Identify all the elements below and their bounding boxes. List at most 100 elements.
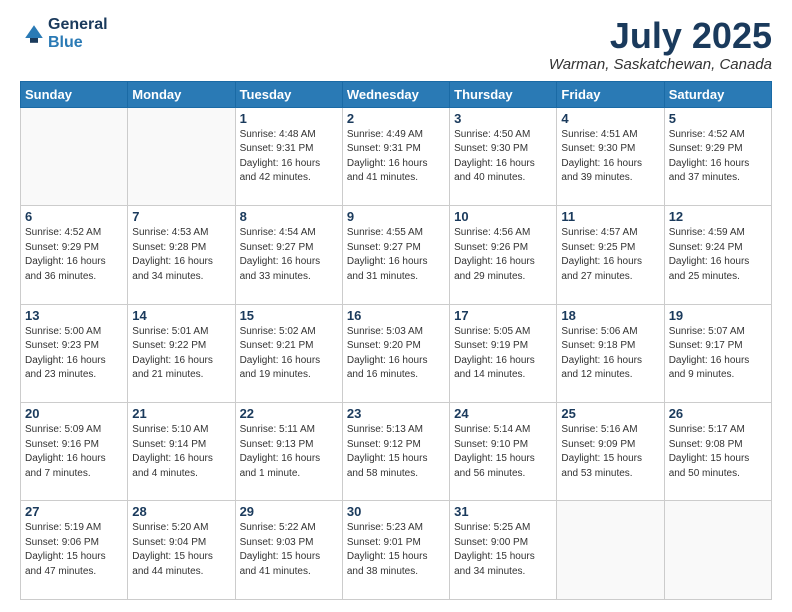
calendar-week-row: 20 Sunrise: 5:09 AM Sunset: 9:16 PM Dayli… xyxy=(21,403,772,501)
table-row: 17Sunrise: 5:05 AM Sunset: 9:19 PM Dayli… xyxy=(450,304,557,402)
table-row: 25 Sunrise: 5:16 AM Sunset: 9:09 PM Dayli… xyxy=(557,403,664,501)
table-row: 11Sunrise: 4:57 AM Sunset: 9:25 PM Dayli… xyxy=(557,206,664,304)
calendar-week-row: 1 Sunrise: 4:48 AM Sunset: 9:31 PM Daylig… xyxy=(21,107,772,205)
table-row: 6Sunrise: 4:52 AM Sunset: 9:29 PM Daylig… xyxy=(21,206,128,304)
day-number: 11 xyxy=(561,209,659,224)
table-row: 29 Sunrise: 5:22 AM Sunset: 9:03 PM Dayli… xyxy=(235,501,342,600)
cell-info: Sunrise: 4:52 AM Sunset: 9:29 PM Dayligh… xyxy=(25,226,123,284)
day-number: 9 xyxy=(347,209,445,224)
table-row: 27 Sunrise: 5:19 AM Sunset: 9:06 PM Dayli… xyxy=(21,501,128,600)
cell-info: Sunrise: 4:52 AM Sunset: 9:29 PM Dayligh… xyxy=(669,128,767,186)
cell-info: Sunrise: 4:56 AM Sunset: 9:26 PM Dayligh… xyxy=(454,226,552,284)
col-sunday: Sunday xyxy=(21,81,128,107)
day-number: 14 xyxy=(132,308,230,323)
cell-info: Sunrise: 4:54 AM Sunset: 9:27 PM Dayligh… xyxy=(240,226,338,284)
calendar-week-row: 13Sunrise: 5:00 AM Sunset: 9:23 PM Dayli… xyxy=(21,304,772,402)
day-number: 4 xyxy=(561,111,659,126)
day-number: 18 xyxy=(561,308,659,323)
cell-info: Sunrise: 4:50 AM Sunset: 9:30 PM Dayligh… xyxy=(454,128,552,186)
table-row: 14 Sunrise: 5:01 AM Sunset: 9:22 PM Dayli… xyxy=(128,304,235,402)
cell-info: Sunrise: 5:06 AM Sunset: 9:18 PM Dayligh… xyxy=(561,325,659,383)
day-number: 24 xyxy=(454,406,552,421)
day-number: 23 xyxy=(347,406,445,421)
cell-info: Sunrise: 5:13 AM Sunset: 9:12 PM Dayligh… xyxy=(347,423,445,481)
cell-info: Sunrise: 5:11 AM Sunset: 9:13 PM Dayligh… xyxy=(240,423,338,481)
header: General Blue July 2025 Warman, Saskatche… xyxy=(20,16,772,73)
day-number: 20 xyxy=(25,406,123,421)
day-number: 16 xyxy=(347,308,445,323)
logo-text: General Blue xyxy=(48,16,108,51)
table-row xyxy=(128,107,235,205)
table-row: 26 Sunrise: 5:17 AM Sunset: 9:08 PM Dayli… xyxy=(664,403,771,501)
table-row: 7Sunrise: 4:53 AM Sunset: 9:28 PM Daylig… xyxy=(128,206,235,304)
cell-info: Sunrise: 5:23 AM Sunset: 9:01 PM Dayligh… xyxy=(347,521,445,579)
col-wednesday: Wednesday xyxy=(342,81,449,107)
cell-info: Sunrise: 5:22 AM Sunset: 9:03 PM Dayligh… xyxy=(240,521,338,579)
table-row xyxy=(557,501,664,600)
month-title: July 2025 xyxy=(549,16,772,56)
table-row: 28Sunrise: 5:20 AM Sunset: 9:04 PM Dayli… xyxy=(128,501,235,600)
table-row: 9 Sunrise: 4:55 AM Sunset: 9:27 PM Daylig… xyxy=(342,206,449,304)
table-row: 30 Sunrise: 5:23 AM Sunset: 9:01 PM Dayli… xyxy=(342,501,449,600)
cell-info: Sunrise: 5:17 AM Sunset: 9:08 PM Dayligh… xyxy=(669,423,767,481)
calendar-week-row: 6Sunrise: 4:52 AM Sunset: 9:29 PM Daylig… xyxy=(21,206,772,304)
day-number: 12 xyxy=(669,209,767,224)
table-row: 15Sunrise: 5:02 AM Sunset: 9:21 PM Dayli… xyxy=(235,304,342,402)
table-row: 8 Sunrise: 4:54 AM Sunset: 9:27 PM Daylig… xyxy=(235,206,342,304)
table-row: 1 Sunrise: 4:48 AM Sunset: 9:31 PM Daylig… xyxy=(235,107,342,205)
location: Warman, Saskatchewan, Canada xyxy=(549,56,772,73)
table-row xyxy=(21,107,128,205)
day-number: 29 xyxy=(240,504,338,519)
table-row: 24 Sunrise: 5:14 AM Sunset: 9:10 PM Dayli… xyxy=(450,403,557,501)
day-number: 19 xyxy=(669,308,767,323)
cell-info: Sunrise: 5:09 AM Sunset: 9:16 PM Dayligh… xyxy=(25,423,123,481)
table-row: 10 Sunrise: 4:56 AM Sunset: 9:26 PM Dayli… xyxy=(450,206,557,304)
table-row: 3Sunrise: 4:50 AM Sunset: 9:30 PM Daylig… xyxy=(450,107,557,205)
logo-blue-text: Blue xyxy=(48,34,108,52)
table-row: 21 Sunrise: 5:10 AM Sunset: 9:14 PM Dayli… xyxy=(128,403,235,501)
table-row: 16 Sunrise: 5:03 AM Sunset: 9:20 PM Dayli… xyxy=(342,304,449,402)
day-number: 7 xyxy=(132,209,230,224)
cell-info: Sunrise: 5:25 AM Sunset: 9:00 PM Dayligh… xyxy=(454,521,552,579)
cell-info: Sunrise: 4:55 AM Sunset: 9:27 PM Dayligh… xyxy=(347,226,445,284)
table-row: 12Sunrise: 4:59 AM Sunset: 9:24 PM Dayli… xyxy=(664,206,771,304)
day-number: 10 xyxy=(454,209,552,224)
col-saturday: Saturday xyxy=(664,81,771,107)
logo-general-text: General xyxy=(48,16,108,34)
logo-icon xyxy=(22,22,46,46)
calendar-table: Sunday Monday Tuesday Wednesday Thursday… xyxy=(20,81,772,600)
day-number: 30 xyxy=(347,504,445,519)
cell-info: Sunrise: 4:48 AM Sunset: 9:31 PM Dayligh… xyxy=(240,128,338,186)
cell-info: Sunrise: 5:03 AM Sunset: 9:20 PM Dayligh… xyxy=(347,325,445,383)
day-number: 15 xyxy=(240,308,338,323)
table-row: 4Sunrise: 4:51 AM Sunset: 9:30 PM Daylig… xyxy=(557,107,664,205)
calendar-header-row: Sunday Monday Tuesday Wednesday Thursday… xyxy=(21,81,772,107)
logo: General Blue xyxy=(20,16,108,51)
table-row: 31 Sunrise: 5:25 AM Sunset: 9:00 PM Dayli… xyxy=(450,501,557,600)
day-number: 22 xyxy=(240,406,338,421)
day-number: 31 xyxy=(454,504,552,519)
table-row: 18 Sunrise: 5:06 AM Sunset: 9:18 PM Dayli… xyxy=(557,304,664,402)
col-thursday: Thursday xyxy=(450,81,557,107)
cell-info: Sunrise: 5:07 AM Sunset: 9:17 PM Dayligh… xyxy=(669,325,767,383)
day-number: 8 xyxy=(240,209,338,224)
table-row: 19 Sunrise: 5:07 AM Sunset: 9:17 PM Dayli… xyxy=(664,304,771,402)
col-monday: Monday xyxy=(128,81,235,107)
col-tuesday: Tuesday xyxy=(235,81,342,107)
day-number: 28 xyxy=(132,504,230,519)
cell-info: Sunrise: 5:10 AM Sunset: 9:14 PM Dayligh… xyxy=(132,423,230,481)
day-number: 27 xyxy=(25,504,123,519)
calendar-week-row: 27 Sunrise: 5:19 AM Sunset: 9:06 PM Dayli… xyxy=(21,501,772,600)
title-block: July 2025 Warman, Saskatchewan, Canada xyxy=(549,16,772,73)
table-row: 20 Sunrise: 5:09 AM Sunset: 9:16 PM Dayli… xyxy=(21,403,128,501)
cell-info: Sunrise: 5:14 AM Sunset: 9:10 PM Dayligh… xyxy=(454,423,552,481)
day-number: 1 xyxy=(240,111,338,126)
day-number: 25 xyxy=(561,406,659,421)
table-row: 23 Sunrise: 5:13 AM Sunset: 9:12 PM Dayli… xyxy=(342,403,449,501)
day-number: 21 xyxy=(132,406,230,421)
day-number: 13 xyxy=(25,308,123,323)
cell-info: Sunrise: 5:19 AM Sunset: 9:06 PM Dayligh… xyxy=(25,521,123,579)
day-number: 26 xyxy=(669,406,767,421)
cell-info: Sunrise: 5:16 AM Sunset: 9:09 PM Dayligh… xyxy=(561,423,659,481)
cell-info: Sunrise: 5:01 AM Sunset: 9:22 PM Dayligh… xyxy=(132,325,230,383)
